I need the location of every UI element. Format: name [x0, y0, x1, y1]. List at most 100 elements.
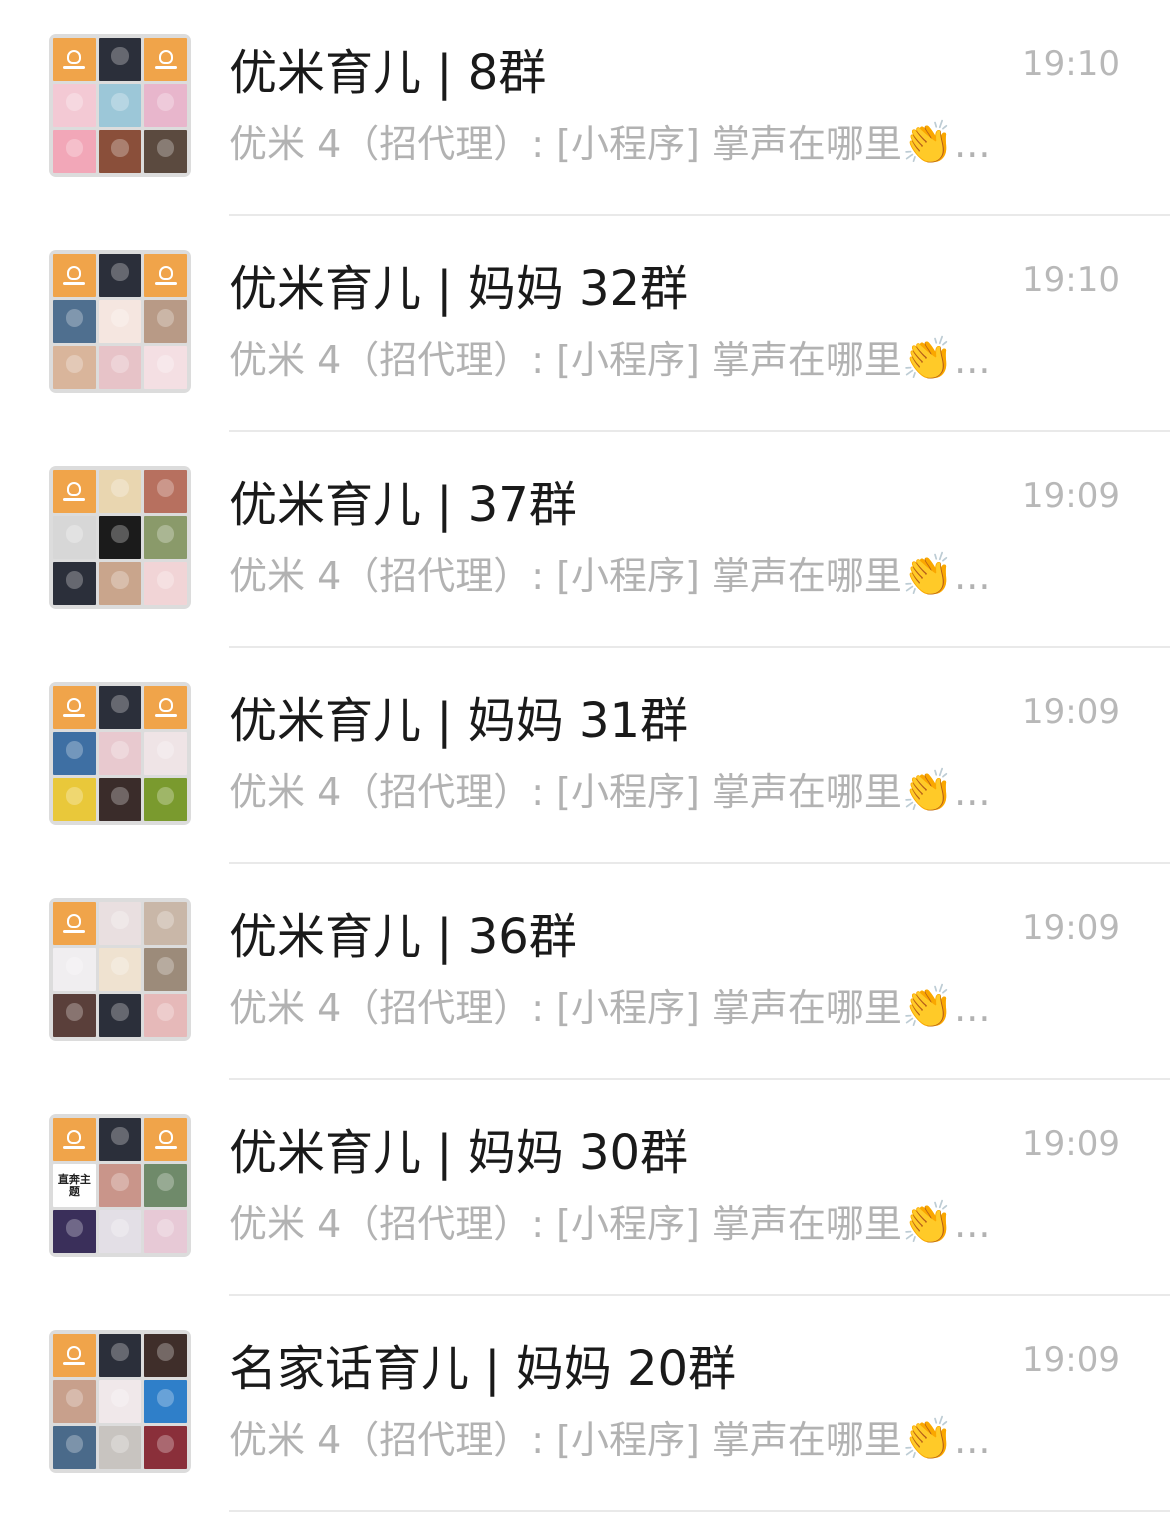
- brand-logo-icon: [144, 686, 187, 729]
- member-avatar-photo: [144, 948, 187, 991]
- member-avatar-photo: [98, 994, 142, 1037]
- group-avatar[interactable]: [49, 250, 191, 393]
- clapping-hands-icon: 👏: [901, 334, 955, 383]
- logo-bar: [154, 1146, 177, 1149]
- group-avatar[interactable]: 直奔主题: [49, 1114, 191, 1257]
- clapping-hands-icon: 👏: [901, 550, 955, 599]
- chat-timestamp: 19:10: [1022, 44, 1120, 84]
- logo-bar: [63, 1146, 86, 1149]
- chat-title: 优米育儿 | 36群: [229, 909, 577, 965]
- chat-list-item[interactable]: 优米育儿 | 36群 19:09 优米 4（招代理）: [小程序] 掌声在哪里👏..…: [0, 864, 1170, 1080]
- logo-bar: [63, 498, 86, 501]
- row-divider: [229, 1510, 1170, 1512]
- chat-timestamp: 19:09: [1022, 1124, 1120, 1164]
- member-avatar-photo: [144, 994, 187, 1037]
- member-avatar-photo: [53, 1380, 96, 1423]
- logo-glyph: [158, 1130, 173, 1144]
- logo-glyph: [67, 1130, 82, 1144]
- member-avatar-photo: [98, 346, 142, 389]
- group-avatar[interactable]: [49, 682, 191, 825]
- truncation-ellipsis: ...: [954, 338, 991, 382]
- group-avatar[interactable]: [49, 34, 191, 177]
- chat-timestamp: 19:09: [1022, 692, 1120, 732]
- member-avatar-photo: [53, 1426, 96, 1469]
- group-avatar[interactable]: [49, 466, 191, 609]
- member-avatar-photo: [144, 562, 187, 605]
- member-avatar-photo: [144, 1426, 187, 1469]
- chat-list-item[interactable]: 优米育儿 | 妈妈 31群 19:09 优米 4（招代理）: [小程序] 掌声在哪里…: [0, 648, 1170, 864]
- member-avatar-photo: [98, 1210, 142, 1253]
- member-avatar-photo: [98, 1426, 142, 1469]
- brand-logo-icon: [53, 470, 96, 513]
- chat-title: 名家话育儿 | 妈妈 20群: [229, 1341, 737, 1397]
- group-avatar[interactable]: [49, 1330, 191, 1473]
- chat-list-item[interactable]: 优米育儿 | 37群 19:09 优米 4（招代理）: [小程序] 掌声在哪里👏..…: [0, 432, 1170, 648]
- chat-timestamp: 19:10: [1022, 260, 1120, 300]
- member-avatar-photo: [144, 1334, 187, 1377]
- clapping-hands-icon: 👏: [901, 118, 955, 167]
- member-avatar-photo: [98, 1334, 142, 1377]
- logo-bar: [63, 282, 86, 285]
- chat-title: 优米育儿 | 37群: [229, 477, 577, 533]
- logo-bar: [63, 1362, 86, 1365]
- logo-glyph: [67, 482, 82, 496]
- member-avatar-photo: [144, 516, 187, 559]
- chat-list-item[interactable]: 直奔主题 优米育儿 | 妈妈 30群 19:09 优米 4（招代理）: [小程序] 掌…: [0, 1080, 1170, 1296]
- member-avatar-photo: [144, 732, 187, 775]
- member-avatar-photo: [53, 732, 96, 775]
- brand-logo-icon: [53, 1118, 96, 1161]
- logo-bar: [154, 714, 177, 717]
- member-avatar-photo: [98, 470, 142, 513]
- member-avatar-photo: [98, 902, 142, 945]
- chat-title: 优米育儿 | 妈妈 31群: [229, 693, 689, 749]
- brand-logo-icon: [53, 902, 96, 945]
- chat-timestamp: 19:09: [1022, 908, 1120, 948]
- logo-bar: [154, 282, 177, 285]
- logo-glyph: [67, 266, 82, 280]
- logo-bar: [154, 66, 177, 69]
- last-message-text: 优米 4（招代理）: [小程序] 掌声在哪里: [229, 554, 902, 598]
- member-avatar-photo: [53, 346, 96, 389]
- truncation-ellipsis: ...: [954, 1418, 991, 1462]
- chat-timestamp: 19:09: [1022, 476, 1120, 516]
- brand-logo-icon: [53, 254, 96, 297]
- member-avatar-photo: [53, 1210, 96, 1253]
- clapping-hands-icon: 👏: [901, 1414, 955, 1463]
- logo-glyph: [158, 698, 173, 712]
- chat-list-item[interactable]: 名家话育儿 | 妈妈 20群 19:09 优米 4（招代理）: [小程序] 掌声在哪…: [0, 1296, 1170, 1512]
- chat-last-message: 优米 4（招代理）: [小程序] 掌声在哪里👏...: [229, 334, 990, 385]
- last-message-text: 优米 4（招代理）: [小程序] 掌声在哪里: [229, 986, 902, 1030]
- member-avatar-photo: [53, 778, 96, 821]
- chat-last-message: 优米 4（招代理）: [小程序] 掌声在哪里👏...: [229, 118, 990, 169]
- clapping-hands-icon: 👏: [901, 1198, 955, 1247]
- truncation-ellipsis: ...: [954, 770, 991, 814]
- chat-last-message: 优米 4（招代理）: [小程序] 掌声在哪里👏...: [229, 982, 990, 1033]
- chat-list: 优米育儿 | 8群 19:10 优米 4（招代理）: [小程序] 掌声在哪里👏...…: [0, 0, 1170, 1515]
- member-avatar-photo: [144, 902, 187, 945]
- chat-list-item[interactable]: 优米育儿 | 妈妈 32群 19:10 优米 4（招代理）: [小程序] 掌声在哪里…: [0, 216, 1170, 432]
- chat-timestamp: 19:09: [1022, 1340, 1120, 1380]
- logo-bar: [63, 66, 86, 69]
- member-avatar-photo: [98, 732, 142, 775]
- brand-logo-icon: [144, 254, 187, 297]
- member-avatar-photo: [53, 516, 96, 559]
- clapping-hands-icon: 👏: [901, 766, 955, 815]
- member-avatar-photo: [53, 562, 96, 605]
- member-avatar-photo: [144, 1380, 187, 1423]
- member-avatar-photo: [98, 778, 142, 821]
- logo-glyph: [67, 914, 82, 928]
- member-avatar-photo: [98, 1380, 142, 1423]
- chat-title: 优米育儿 | 妈妈 32群: [229, 261, 689, 317]
- logo-glyph: [67, 1346, 82, 1360]
- member-avatar-photo: [98, 254, 142, 297]
- chat-list-item[interactable]: 优米育儿 | 8群 19:10 优米 4（招代理）: [小程序] 掌声在哪里👏...: [0, 0, 1170, 216]
- chat-last-message: 优米 4（招代理）: [小程序] 掌声在哪里👏...: [229, 766, 990, 817]
- chat-last-message: 优米 4（招代理）: [小程序] 掌声在哪里👏...: [229, 550, 990, 601]
- logo-bar: [63, 930, 86, 933]
- member-avatar-photo: [98, 1118, 142, 1161]
- member-avatar-photo: [144, 346, 187, 389]
- member-avatar-photo: [98, 38, 142, 81]
- last-message-text: 优米 4（招代理）: [小程序] 掌声在哪里: [229, 1418, 902, 1462]
- group-avatar[interactable]: [49, 898, 191, 1041]
- member-avatar-photo: [53, 994, 96, 1037]
